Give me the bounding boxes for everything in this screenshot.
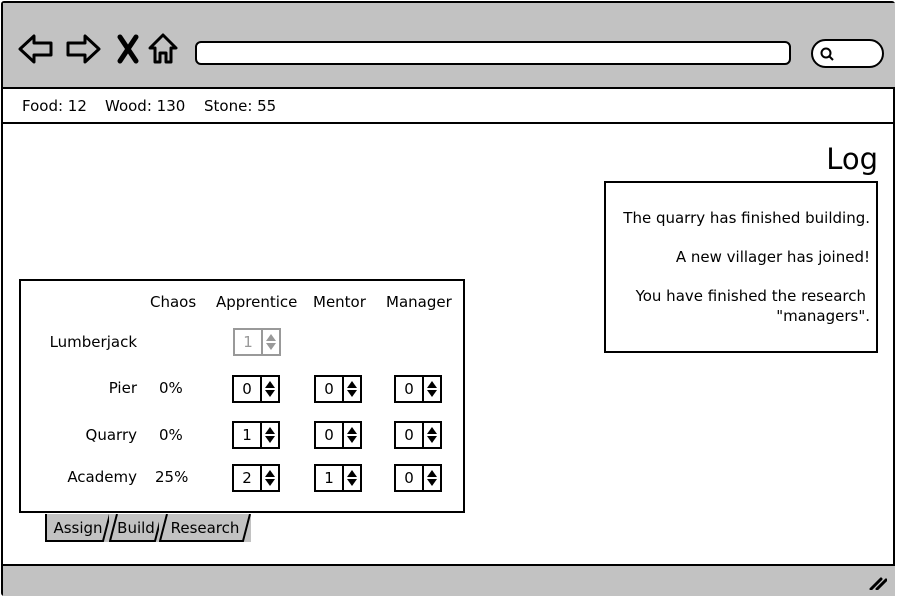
log-entry: You have finished the research (635, 287, 866, 305)
home-icon[interactable] (144, 30, 182, 68)
row-label-academy: Academy (67, 468, 137, 486)
column-header-mentor: Mentor (313, 293, 366, 311)
chaos-value: 0% (159, 379, 183, 397)
tab-assign[interactable]: Assign (45, 514, 111, 542)
close-icon[interactable] (109, 30, 147, 68)
stone-counter: Stone: 55 (204, 97, 277, 115)
academy-manager-stepper[interactable]: 0 (394, 464, 442, 492)
row-label-lumberjack: Lumberjack (49, 333, 137, 351)
lumberjack-apprentice-stepper: 1 (233, 328, 281, 356)
chaos-value: 25% (155, 468, 189, 486)
resize-grip-icon[interactable] (869, 576, 887, 590)
tab-build[interactable]: Build (109, 514, 163, 542)
stepper-arrows-icon[interactable] (424, 466, 440, 490)
stepper-arrows-icon[interactable] (424, 377, 440, 401)
resource-bar: Food: 12 Wood: 130 Stone: 55 (3, 91, 895, 124)
column-header-chaos: Chaos (150, 293, 197, 311)
browser-toolbar (3, 3, 895, 89)
search-input[interactable] (811, 39, 884, 68)
log-entry: A new villager has joined! (675, 248, 870, 266)
log-entry: The quarry has finished building. (623, 209, 870, 227)
tab-research[interactable]: Research (159, 514, 251, 542)
stepper-arrows-icon[interactable] (344, 377, 360, 401)
log-entry: "managers". (776, 307, 870, 325)
quarry-apprentice-stepper[interactable]: 1 (232, 421, 280, 449)
forward-arrow-icon[interactable] (64, 30, 102, 68)
quarry-mentor-stepper[interactable]: 0 (314, 421, 362, 449)
pier-manager-stepper[interactable]: 0 (394, 375, 442, 403)
status-bar (3, 564, 895, 596)
stepper-arrows-icon[interactable] (424, 423, 440, 447)
log-panel: The quarry has finished building. A new … (604, 181, 878, 353)
pier-apprentice-stepper[interactable]: 0 (232, 375, 280, 403)
column-header-apprentice: Apprentice (216, 293, 298, 311)
stepper-arrows-icon[interactable] (344, 423, 360, 447)
stepper-arrows-icon (263, 330, 279, 354)
wood-counter: Wood: 130 (105, 97, 186, 115)
back-arrow-icon[interactable] (17, 30, 55, 68)
search-icon (820, 47, 834, 61)
academy-apprentice-stepper[interactable]: 2 (232, 464, 280, 492)
assign-panel: Chaos Apprentice Mentor Manager Lumberja… (19, 279, 465, 513)
stepper-arrows-icon[interactable] (262, 423, 278, 447)
log-title: Log (826, 142, 878, 176)
food-counter: Food: 12 (22, 97, 87, 115)
pier-mentor-stepper[interactable]: 0 (314, 375, 362, 403)
address-bar[interactable] (195, 41, 791, 65)
row-label-quarry: Quarry (85, 426, 137, 444)
stepper-arrows-icon[interactable] (262, 377, 278, 401)
column-header-manager: Manager (386, 293, 452, 311)
academy-mentor-stepper[interactable]: 1 (314, 464, 362, 492)
quarry-manager-stepper[interactable]: 0 (394, 421, 442, 449)
chaos-value: 0% (159, 426, 183, 444)
row-label-pier: Pier (108, 379, 137, 397)
stepper-arrows-icon[interactable] (262, 466, 278, 490)
stepper-arrows-icon[interactable] (344, 466, 360, 490)
